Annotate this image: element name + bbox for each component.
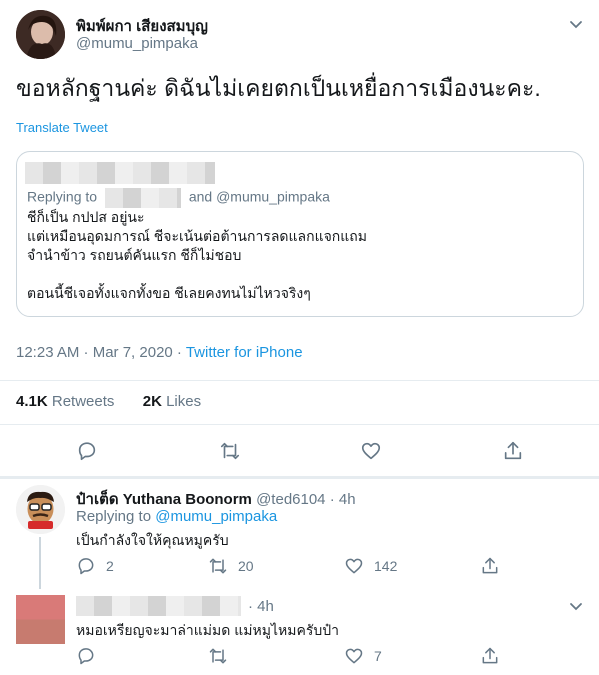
reply-icon xyxy=(78,648,94,665)
chevron-down-icon[interactable] xyxy=(568,598,584,614)
section-divider xyxy=(0,476,599,479)
thread-line xyxy=(39,537,41,589)
reply-text: หมอเหรียญจะมาล่าแม่มด แม่หมูไหมครับป๋า xyxy=(76,622,339,638)
reply-avatar[interactable] xyxy=(16,485,65,534)
blurred-reply-author xyxy=(76,596,241,616)
reply-author-handle[interactable]: @ted6104 xyxy=(256,491,325,508)
reply-text: เป็นกำลังใจให้คุณหมูครับ xyxy=(76,532,229,548)
retweets-stat[interactable]: 4.1K Retweets xyxy=(16,393,114,410)
like-button[interactable]: 7 xyxy=(344,646,382,666)
divider xyxy=(0,424,599,425)
quote-reply-handle[interactable]: @mumu_pimpaka xyxy=(216,189,330,205)
share-button[interactable] xyxy=(480,556,500,576)
reply-timestamp[interactable]: · 4h xyxy=(248,598,274,615)
tweet-source-link[interactable]: Twitter for iPhone xyxy=(186,344,303,361)
retweet-button[interactable]: 20 xyxy=(208,556,254,576)
reply-icon[interactable] xyxy=(76,440,98,462)
blurred-handle xyxy=(104,188,181,208)
chevron-down-icon[interactable] xyxy=(568,16,584,32)
like-icon[interactable] xyxy=(360,440,382,462)
like-icon xyxy=(345,558,363,574)
retweet-button[interactable] xyxy=(208,646,228,666)
like-count: 7 xyxy=(374,648,382,664)
share-icon xyxy=(482,647,498,664)
reply-button[interactable]: 2 xyxy=(76,556,114,576)
share-button[interactable] xyxy=(480,646,500,666)
tweet-text: ขอหลักฐานค่ะ ดิฉันไม่เคยตกเป็นเหยื่อการเ… xyxy=(16,75,541,101)
reply-timestamp[interactable]: · 4h xyxy=(330,491,356,508)
author-avatar[interactable] xyxy=(16,10,65,59)
share-icon[interactable] xyxy=(502,440,524,462)
reply-avatar[interactable] xyxy=(16,595,65,644)
reply-count: 2 xyxy=(106,558,114,574)
retweet-icon[interactable] xyxy=(219,440,241,462)
tweet-timestamp: 12:23 AM · Mar 7, 2020 · Twitter for iPh… xyxy=(16,344,303,361)
quote-replying-to: Replying to and @mumu_pimpaka xyxy=(27,188,330,208)
quote-text: ชีก็เป็น กปปส อยู่นะ แต่เหมือนอุดมการณ์ … xyxy=(27,209,368,301)
retweet-count: 20 xyxy=(238,558,254,574)
retweet-icon xyxy=(209,558,227,574)
reply-author-name[interactable]: ป๋าเต็ด Yuthana Boonorm xyxy=(76,491,252,508)
like-icon xyxy=(345,648,363,664)
reply-button[interactable] xyxy=(76,646,96,666)
likes-stat[interactable]: 2K Likes xyxy=(143,393,201,410)
quoted-tweet[interactable]: Replying to and @mumu_pimpaka ชีก็เป็น ก… xyxy=(16,151,584,317)
tweet-stats: 4.1K Retweets 2K Likes xyxy=(16,393,201,410)
reply-replying-to: Replying to @mumu_pimpaka xyxy=(76,508,278,525)
like-count: 142 xyxy=(374,558,398,574)
share-icon xyxy=(482,557,498,574)
divider xyxy=(0,380,599,381)
translate-tweet-link[interactable]: Translate Tweet xyxy=(16,120,108,135)
retweet-icon xyxy=(209,648,227,664)
author-handle[interactable]: @mumu_pimpaka xyxy=(76,35,198,52)
blurred-author xyxy=(25,162,215,184)
like-button[interactable]: 142 xyxy=(344,556,397,576)
reply-icon xyxy=(78,558,94,575)
reply-to-handle-link[interactable]: @mumu_pimpaka xyxy=(155,508,277,525)
